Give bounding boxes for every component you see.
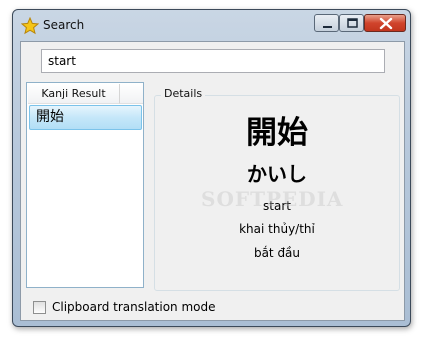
title-bar[interactable]: Search (13, 10, 410, 40)
kanji-result-list[interactable]: Kanji Result 開始 (26, 82, 144, 288)
maximize-icon (347, 18, 358, 28)
details-meaning: khai thủy/thỉ (239, 222, 315, 236)
column-header-filler (120, 84, 143, 104)
details-reading: かいし (247, 162, 307, 186)
search-window: Search Kanji Result 開始 Details 開始 かいし st… (12, 9, 411, 327)
column-header-kanji-result[interactable]: Kanji Result (28, 84, 120, 104)
details-meaning: bắt đầu (253, 246, 301, 260)
search-input[interactable] (41, 49, 385, 73)
softpedia-watermark: SOFTPEDIA (201, 187, 344, 211)
minimize-button[interactable] (314, 14, 339, 32)
close-button[interactable] (364, 14, 406, 32)
maximize-button[interactable] (339, 14, 364, 32)
window-content: Kanji Result 開始 Details 開始 かいし start kha… (20, 41, 405, 321)
minimize-icon (323, 26, 332, 28)
clipboard-mode-label[interactable]: Clipboard translation mode (52, 300, 216, 314)
window-title: Search (43, 18, 85, 32)
star-icon (20, 16, 40, 35)
details-kanji: 開始 (246, 115, 308, 151)
clipboard-mode-checkbox[interactable] (33, 301, 46, 314)
close-icon (379, 17, 393, 30)
list-item[interactable]: 開始 (29, 105, 142, 130)
details-legend: Details (161, 87, 206, 100)
